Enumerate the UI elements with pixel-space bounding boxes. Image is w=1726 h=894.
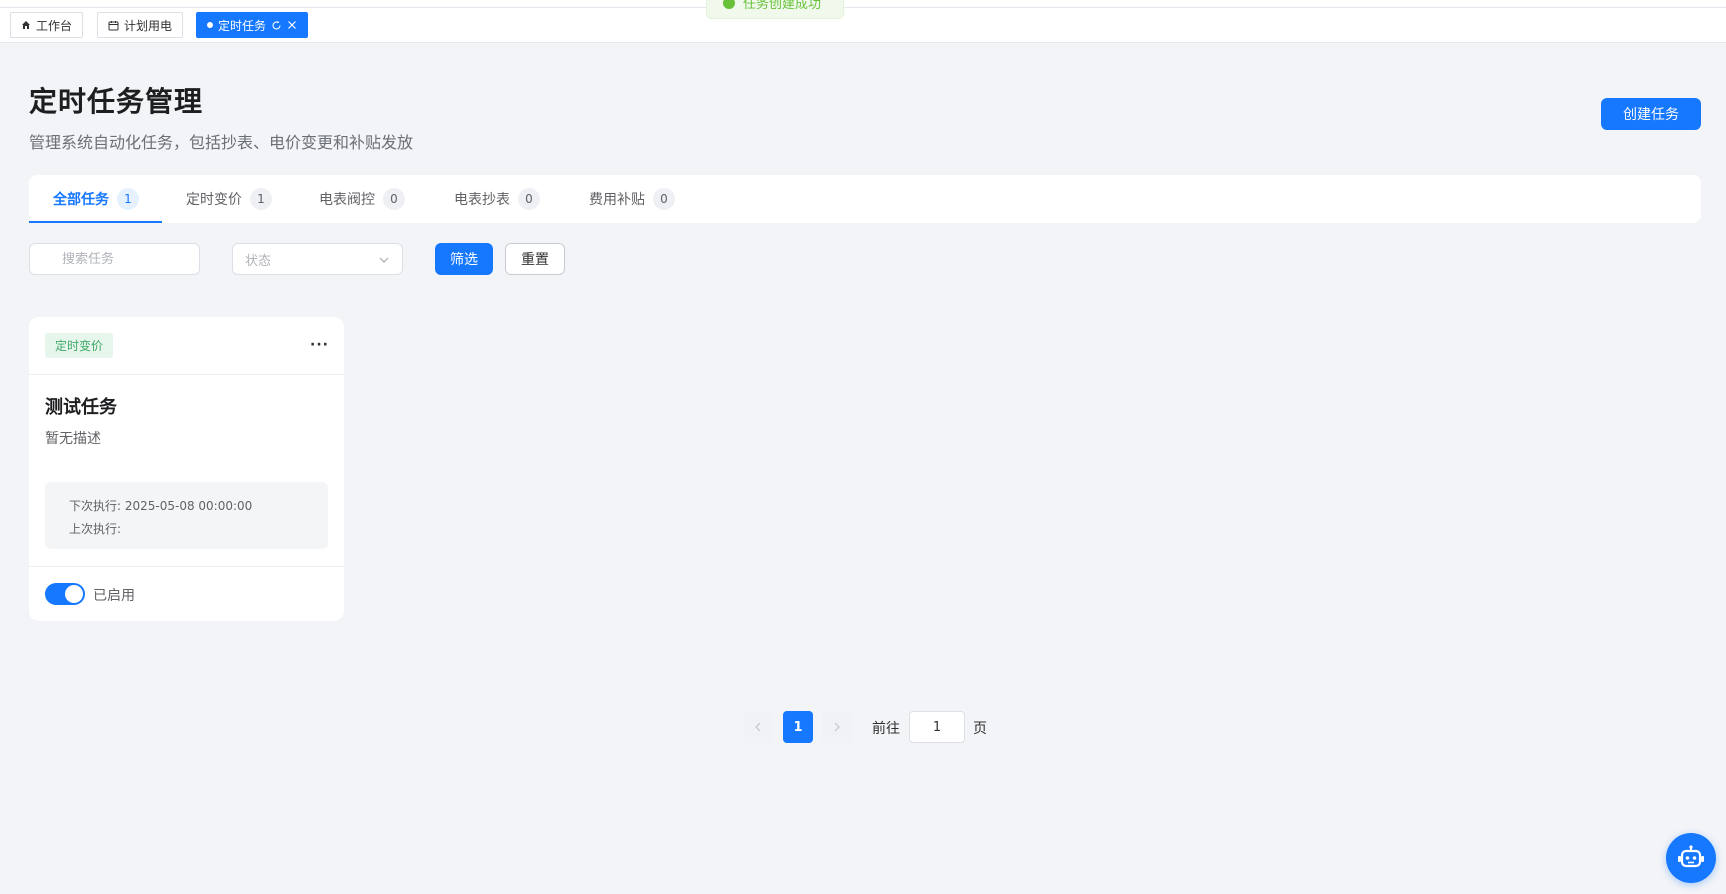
active-tab-indicator: [29, 221, 162, 223]
next-run: 下次执行: 2025-05-08 00:00:00: [69, 499, 253, 513]
reset-button[interactable]: 重置: [505, 243, 565, 275]
tab-label: 电表抄表: [454, 192, 510, 208]
goto-label: 前往: [872, 721, 900, 737]
prev-page-button[interactable]: [743, 711, 773, 743]
tab-label: 费用补贴: [589, 192, 645, 208]
count-badge: 1: [250, 188, 272, 210]
calendar-icon: [108, 20, 119, 31]
top-strip: [0, 0, 1726, 8]
home-icon: [21, 20, 31, 30]
more-icon[interactable]: ···: [310, 337, 329, 353]
chevron-down-icon: [378, 254, 390, 270]
enable-status-label: 已启用: [93, 588, 135, 604]
goto-page-input[interactable]: [909, 711, 965, 743]
enable-toggle[interactable]: [45, 583, 85, 605]
tab-label: 工作台: [36, 18, 73, 33]
tab-workbench[interactable]: 工作台: [10, 12, 84, 38]
status-select[interactable]: 状态: [232, 243, 403, 275]
count-badge: 0: [653, 188, 675, 210]
card-footer: 已启用: [29, 566, 344, 621]
toast-text: 任务创建成功: [743, 0, 822, 12]
page-unit-label: 页: [973, 721, 987, 737]
tab-all-tasks[interactable]: 全部任务 1: [53, 175, 139, 223]
filter-button[interactable]: 筛选: [435, 243, 493, 275]
count-badge: 1: [117, 188, 139, 210]
create-task-button[interactable]: 创建任务: [1601, 98, 1701, 130]
tab-valve-control[interactable]: 电表阀控 0: [319, 175, 405, 223]
toggle-knob: [65, 585, 83, 603]
assistant-button[interactable]: [1666, 833, 1716, 883]
success-toast: 任务创建成功: [706, 0, 844, 19]
tab-power-plan[interactable]: 计划用电: [97, 12, 184, 38]
chevron-left-icon: [755, 722, 761, 732]
status-placeholder: 状态: [245, 253, 272, 269]
count-badge: 0: [518, 188, 540, 210]
task-title: 测试任务: [45, 397, 117, 418]
success-icon: [723, 0, 735, 9]
tab-price-change[interactable]: 定时变价 1: [186, 175, 272, 223]
tab-label: 全部任务: [53, 192, 109, 208]
task-description: 暂无描述: [45, 431, 101, 447]
tab-label: 电表阀控: [319, 192, 375, 208]
close-icon[interactable]: [287, 20, 297, 30]
tab-label: 定时任务: [218, 18, 267, 33]
last-run: 上次执行:: [69, 522, 122, 536]
tab-label: 定时变价: [186, 192, 242, 208]
execution-info: 下次执行: 2025-05-08 00:00:00 上次执行:: [45, 482, 328, 549]
task-type-tag: 定时变价: [45, 333, 114, 358]
tab-meter-reading[interactable]: 电表抄表 0: [454, 175, 540, 223]
next-page-button[interactable]: [822, 711, 852, 743]
refresh-icon[interactable]: [271, 20, 282, 31]
page-number[interactable]: 1: [783, 711, 813, 743]
tab-subsidy[interactable]: 费用补贴 0: [589, 175, 675, 223]
count-badge: 0: [383, 188, 405, 210]
page-subtitle: 管理系统自动化任务，包括抄表、电价变更和补贴发放: [29, 133, 414, 152]
search-input[interactable]: [29, 243, 200, 275]
task-type-tabs: 全部任务 1 定时变价 1 电表阀控 0 电表抄表 0 费用补贴 0: [29, 175, 1701, 223]
robot-icon: [1678, 845, 1704, 868]
tab-label: 计划用电: [124, 18, 173, 33]
card-header: 定时变价 ···: [29, 317, 344, 375]
dot-icon: [207, 22, 213, 28]
page-title: 定时任务管理: [29, 85, 204, 118]
tab-scheduled-tasks[interactable]: 定时任务: [196, 12, 309, 38]
chevron-right-icon: [834, 722, 840, 732]
tab-bar: 工作台 计划用电 定时任务: [0, 8, 1726, 43]
task-card: 定时变价 ··· 测试任务 暂无描述 下次执行: 2025-05-08 00:0…: [29, 317, 344, 621]
